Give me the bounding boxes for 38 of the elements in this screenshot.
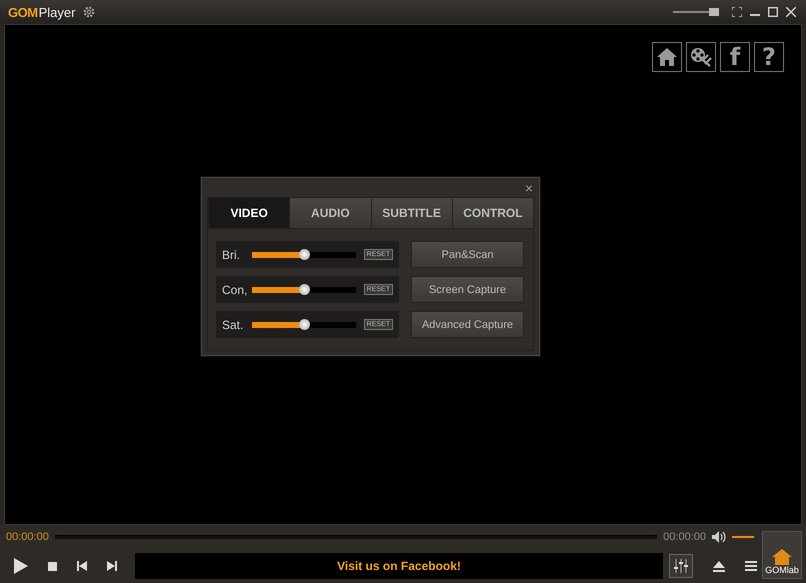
house-icon (772, 549, 792, 565)
stop-icon[interactable] (48, 562, 57, 570)
previous-icon[interactable] (77, 561, 87, 571)
window-title: GOMPlayer (8, 4, 76, 20)
slider-label: Bri. (222, 248, 241, 262)
menu-icon[interactable] (745, 561, 757, 571)
banner-text[interactable]: Visit us on Facebook! (337, 559, 461, 573)
film-reel-button[interactable] (686, 42, 716, 72)
maximize-icon[interactable] (768, 7, 778, 17)
slider[interactable] (252, 322, 356, 328)
tab[interactable]: CONTROL (452, 198, 533, 228)
equalizer-button[interactable] (669, 554, 693, 578)
total-time: 00:00:00 (663, 531, 706, 543)
equalizer-icon (673, 558, 689, 574)
tab[interactable]: VIDEO (208, 198, 290, 228)
slider[interactable] (252, 286, 356, 292)
message-banner[interactable]: Visit us on Facebook! (135, 553, 663, 579)
next-icon[interactable] (107, 561, 117, 571)
home-button[interactable] (652, 42, 682, 72)
elapsed-time: 00:00:00 (6, 531, 49, 543)
help-button[interactable]: ? (754, 42, 784, 72)
tab[interactable]: SUBTITLE (370, 198, 452, 228)
panel-button[interactable]: Screen Capture (411, 276, 524, 303)
settings-icon[interactable] (83, 6, 96, 18)
panel-button[interactable]: Pan&Scan (411, 241, 524, 268)
close-button[interactable]: × (524, 178, 533, 197)
facebook-button[interactable]: f (720, 42, 750, 72)
play-icon[interactable] (14, 558, 28, 574)
close-icon[interactable] (786, 7, 796, 17)
tab[interactable]: AUDIO (289, 198, 370, 228)
slider-label: Sat. (222, 318, 244, 332)
eject-icon[interactable] (713, 560, 725, 572)
gomlab-button[interactable]: GOMlab (762, 531, 802, 579)
slider[interactable] (252, 252, 356, 258)
fullscreen-icon[interactable] (732, 7, 742, 17)
slider-label: Con, (222, 282, 244, 296)
speaker-icon[interactable] (712, 531, 726, 543)
panel-button[interactable]: Advanced Capture (411, 311, 524, 338)
